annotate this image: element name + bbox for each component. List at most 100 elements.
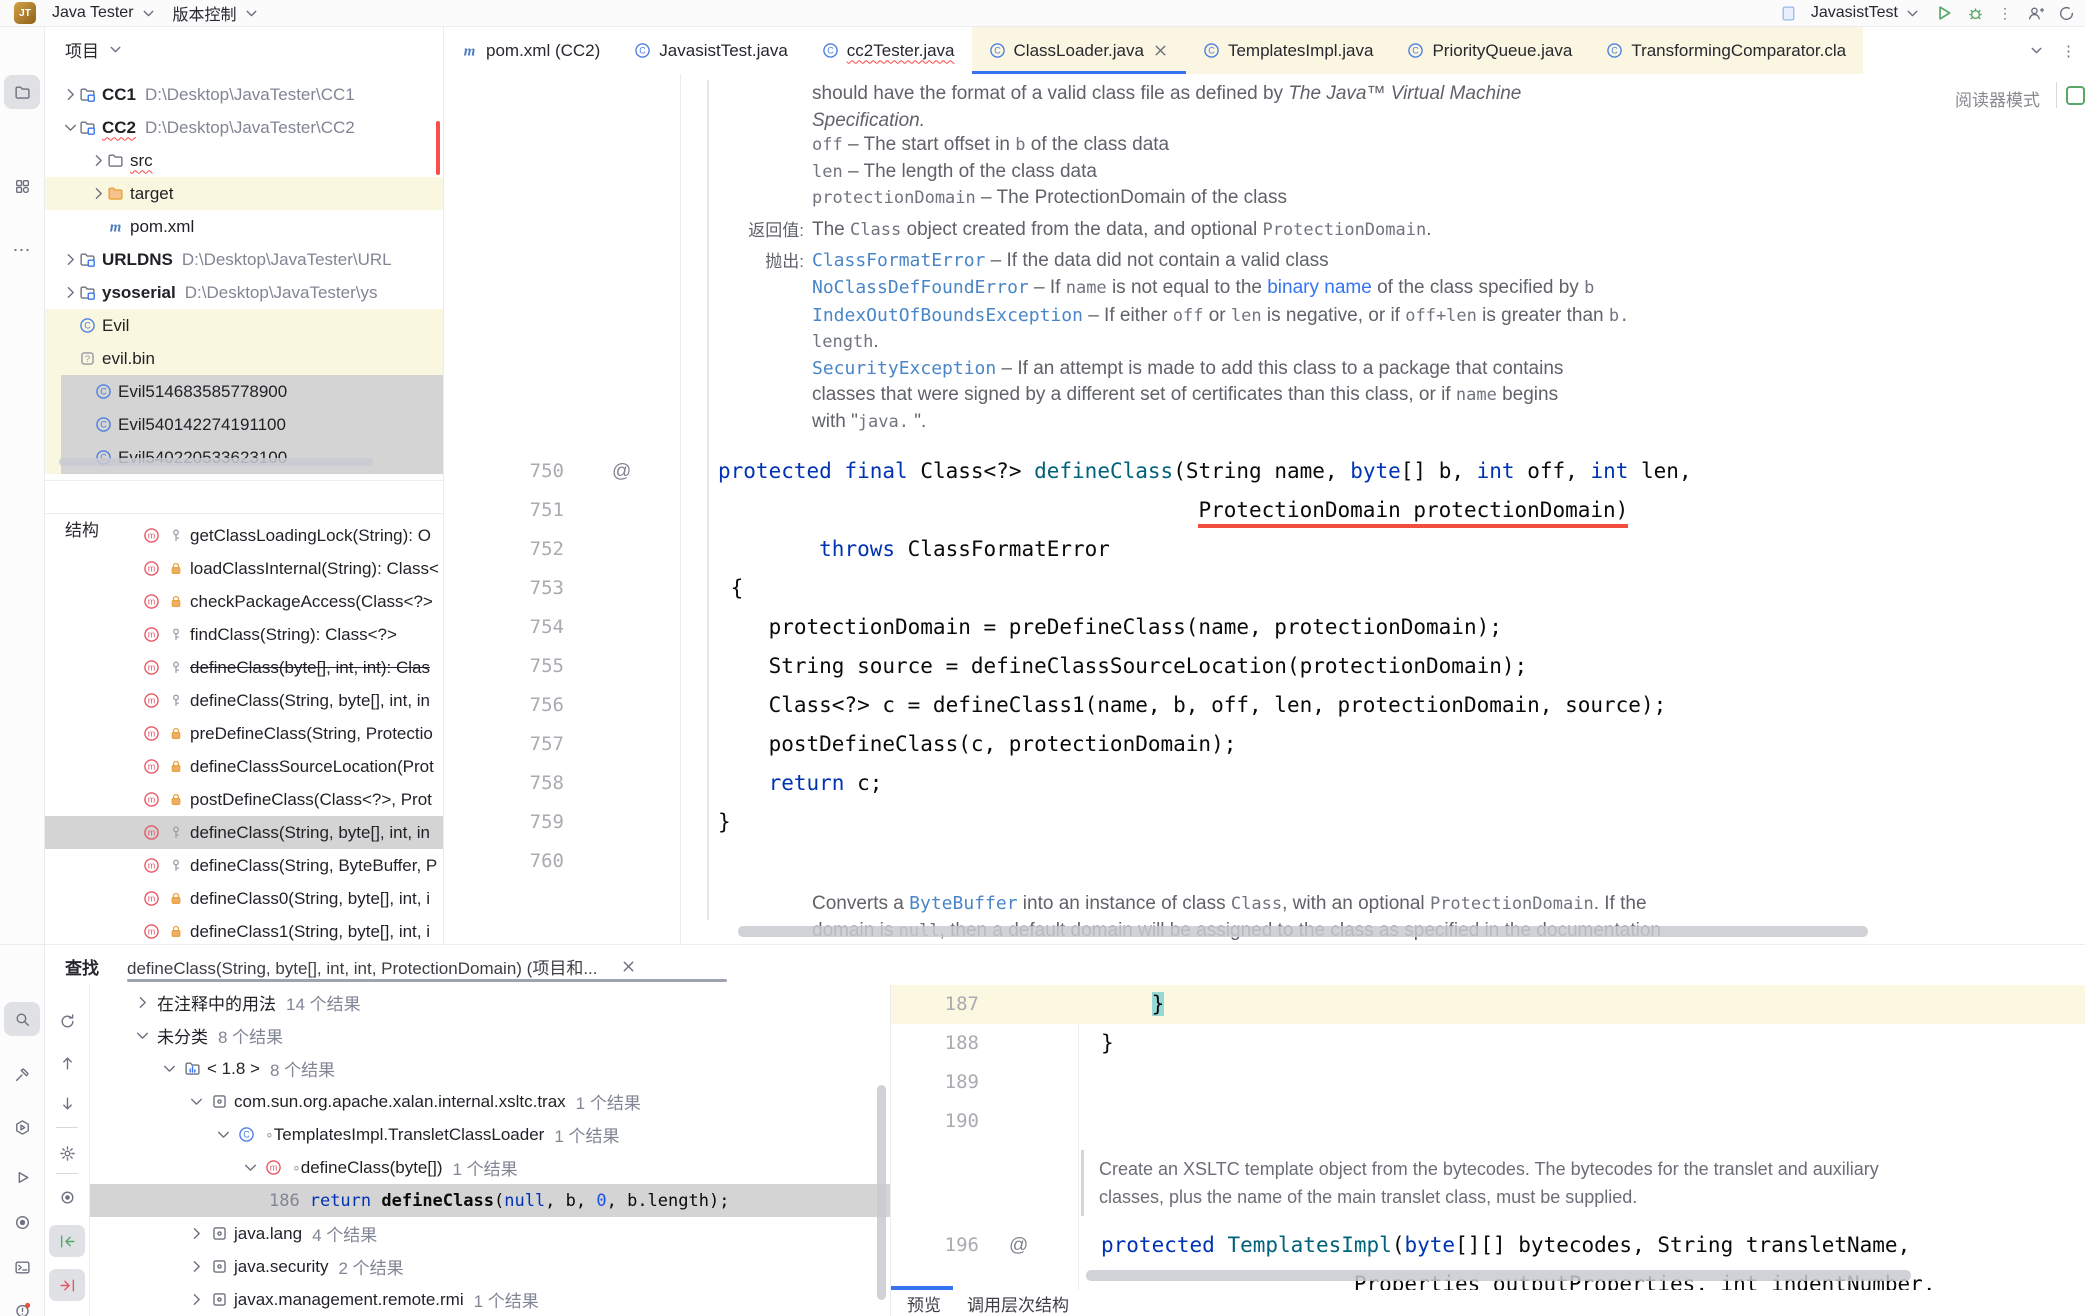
code-line[interactable]: return c;: [718, 764, 882, 803]
structure-item[interactable]: mdefineClass(byte[], int, int): Clas: [45, 651, 443, 684]
find-toolbar-target[interactable]: [49, 1181, 85, 1213]
find-group-row[interactable]: com.sun.org.apache.xalan.internal.xsltc.…: [90, 1085, 890, 1118]
tree-item-evil.bin[interactable]: ?evil.bin: [45, 342, 443, 375]
strip-button-problems[interactable]: [4, 1293, 40, 1316]
find-toolbar-arrow-down[interactable]: [49, 1087, 85, 1119]
annotation-gutter-icon[interactable]: @: [1009, 1226, 1028, 1265]
find-toolbar-settings[interactable]: [49, 1137, 85, 1169]
tab-call-hierarchy[interactable]: 调用层次结构: [967, 1291, 1069, 1316]
strip-button-terminal[interactable]: [4, 1250, 40, 1284]
code-line[interactable]: }: [1101, 1024, 1114, 1063]
code-line[interactable]: postDefineClass(c, protectionDomain);: [718, 725, 1236, 764]
structure-item[interactable]: mcheckPackageAccess(Class<?>: [45, 585, 443, 618]
structure-item[interactable]: mfindClass(String): Class<?>: [45, 618, 443, 651]
strip-button-build[interactable]: [4, 1057, 40, 1091]
tab-label: ClassLoader.java: [1014, 41, 1144, 61]
find-group-row[interactable]: 未分类8 个结果: [90, 1019, 890, 1052]
project-selector[interactable]: Java Tester: [52, 4, 157, 22]
tab-preview[interactable]: 预览: [907, 1291, 941, 1316]
code-line[interactable]: }: [718, 803, 731, 842]
tab-priorityqueue-java[interactable]: CPriorityQueue.java: [1390, 27, 1589, 74]
code-line[interactable]: {: [718, 569, 743, 608]
editor-hscrollbar[interactable]: [738, 926, 1868, 937]
structure-item[interactable]: mdefineClass0(String, byte[], int, i: [45, 882, 443, 915]
tab-javasisttest-java[interactable]: CJavasistTest.java: [617, 27, 805, 74]
find-group-row[interactable]: java.lang4 个结果: [90, 1217, 890, 1250]
add-user-icon[interactable]: [2027, 5, 2044, 22]
structure-item[interactable]: mloadClassInternal(String): Class<: [45, 552, 443, 585]
find-preview-editor[interactable]: 187 }188}189190196@protected TemplatesIm…: [890, 985, 2085, 1316]
find-group-row[interactable]: javax.management.remote.rmi1 个结果: [90, 1283, 890, 1316]
project-logo[interactable]: JT: [14, 2, 36, 24]
find-toolbar-arrow-up[interactable]: [49, 1047, 85, 1079]
structure-item[interactable]: mdefineClass(String, byte[], int, in: [45, 684, 443, 717]
find-group-row[interactable]: m∘defineClass(byte[])1 个结果: [90, 1151, 890, 1184]
editor-pane[interactable]: should have the format of a valid class …: [444, 74, 2085, 944]
strip-button-run[interactable]: [4, 1160, 40, 1194]
tree-item-urldns[interactable]: URLDNSD:\Desktop\JavaTester\URL: [45, 243, 443, 276]
tree-item-evil514683585778900[interactable]: CEvil514683585778900: [61, 375, 443, 408]
project-panel-header[interactable]: 项目: [65, 37, 124, 62]
structure-item[interactable]: mdefineClass(String, byte[], int, in: [45, 816, 443, 849]
structure-item[interactable]: mdefineClassSourceLocation(Prot: [45, 750, 443, 783]
tree-item-evil[interactable]: CEvil: [45, 309, 443, 342]
tree-item-ysoserial[interactable]: ysoserialD:\Desktop\JavaTester\ys: [45, 276, 443, 309]
code-line[interactable]: Class<?> c = defineClass1(name, b, off, …: [718, 686, 1666, 725]
strip-button-folder[interactable]: [4, 75, 40, 109]
results-vscrollbar[interactable]: [877, 1085, 886, 1300]
find-group-row[interactable]: < 1.8 >8 个结果: [90, 1052, 890, 1085]
code-line[interactable]: }: [1101, 985, 1164, 1024]
find-toolbar-jump-from-source[interactable]: [49, 1269, 85, 1301]
strip-button-search[interactable]: [4, 1002, 40, 1036]
find-toolbar-refresh[interactable]: [49, 1005, 85, 1037]
search-everywhere-icon[interactable]: [2058, 5, 2075, 22]
code-line[interactable]: protectionDomain = preDefineClass(name, …: [718, 608, 1502, 647]
debug-button[interactable]: [1967, 5, 1984, 22]
strip-button-more[interactable]: ⋯: [4, 233, 40, 267]
find-group-row[interactable]: 在注释中的用法14 个结果: [90, 986, 890, 1019]
annotation-gutter-icon[interactable]: @: [612, 452, 631, 491]
tab-templatesimpl-java[interactable]: CTemplatesImpl.java: [1186, 27, 1391, 74]
structure-item[interactable]: mdefineClass(String, ByteBuffer, P: [45, 849, 443, 882]
find-results-tab[interactable]: defineClass(String, byte[], int, int, Pr…: [127, 954, 637, 979]
inlay-hint-icon[interactable]: [2066, 86, 2085, 105]
more-actions-icon[interactable]: ⋮: [1998, 5, 2013, 22]
preview-hscrollbar[interactable]: [1086, 1270, 1911, 1281]
result-count: 14 个结果: [286, 990, 361, 1015]
reader-mode-toggle[interactable]: 阅读器模式: [1920, 86, 2040, 111]
code-line[interactable]: protected final Class<?> defineClass(Str…: [718, 452, 1692, 491]
find-group-row[interactable]: C∘TemplatesImpl.TransletClassLoader1 个结果: [90, 1118, 890, 1151]
code-line[interactable]: protected TemplatesImpl(byte[][] bytecod…: [1101, 1226, 1910, 1265]
structure-item[interactable]: mpostDefineClass(Class<?>, Prot: [45, 783, 443, 816]
structure-item[interactable]: mpreDefineClass(String, Protectio: [45, 717, 443, 750]
code-line[interactable]: ProtectionDomain protectionDomain): [718, 491, 1628, 530]
tree-item-target[interactable]: target: [45, 177, 443, 210]
tree-item-src[interactable]: src: [45, 144, 443, 177]
tab-pom-xml-cc2-[interactable]: mpom.xml (CC2): [444, 27, 617, 74]
tree-item-pom.xml[interactable]: mpom.xml: [45, 210, 443, 243]
vcs-menu[interactable]: 版本控制: [173, 1, 260, 25]
close-icon[interactable]: [620, 958, 637, 975]
run-config-selector[interactable]: JavasistTest: [1811, 4, 1921, 22]
tree-item-cc1[interactable]: CC1D:\Desktop\JavaTester\CC1: [45, 78, 443, 111]
tab-cc2tester-java[interactable]: Ccc2Tester.java: [805, 27, 972, 74]
structure-item[interactable]: mgetClassLoadingLock(String): O: [45, 519, 443, 552]
tab-classloader-java[interactable]: CClassLoader.java: [972, 27, 1186, 74]
strip-button-structure[interactable]: [4, 169, 40, 203]
find-result-line[interactable]: 186return defineClass(null, b, 0, b.leng…: [90, 1184, 890, 1217]
close-icon[interactable]: [1152, 42, 1169, 59]
tree-hscrollbar[interactable]: [59, 458, 373, 466]
tree-item-cc2[interactable]: CC2D:\Desktop\JavaTester\CC2: [45, 111, 443, 144]
tab-transformingcomparator-cla[interactable]: CTransformingComparator.cla: [1589, 27, 1863, 74]
strip-button-services[interactable]: [4, 1110, 40, 1144]
code-line[interactable]: String source = defineClassSourceLocatio…: [718, 647, 1527, 686]
find-toolbar-jump-to-source[interactable]: [49, 1225, 85, 1257]
code-line[interactable]: throws ClassFormatError: [718, 530, 1110, 569]
strip-button-profiler[interactable]: [4, 1205, 40, 1239]
tree-item-evil540142274191100[interactable]: CEvil540142274191100: [61, 408, 443, 441]
tab-list-chevron-icon[interactable]: [2028, 42, 2045, 59]
structure-item[interactable]: mdefineClass1(String, byte[], int, i: [45, 915, 443, 944]
run-button[interactable]: [1935, 4, 1953, 22]
find-group-row[interactable]: java.security2 个结果: [90, 1250, 890, 1283]
tab-options-icon[interactable]: ⋮: [2061, 42, 2077, 60]
